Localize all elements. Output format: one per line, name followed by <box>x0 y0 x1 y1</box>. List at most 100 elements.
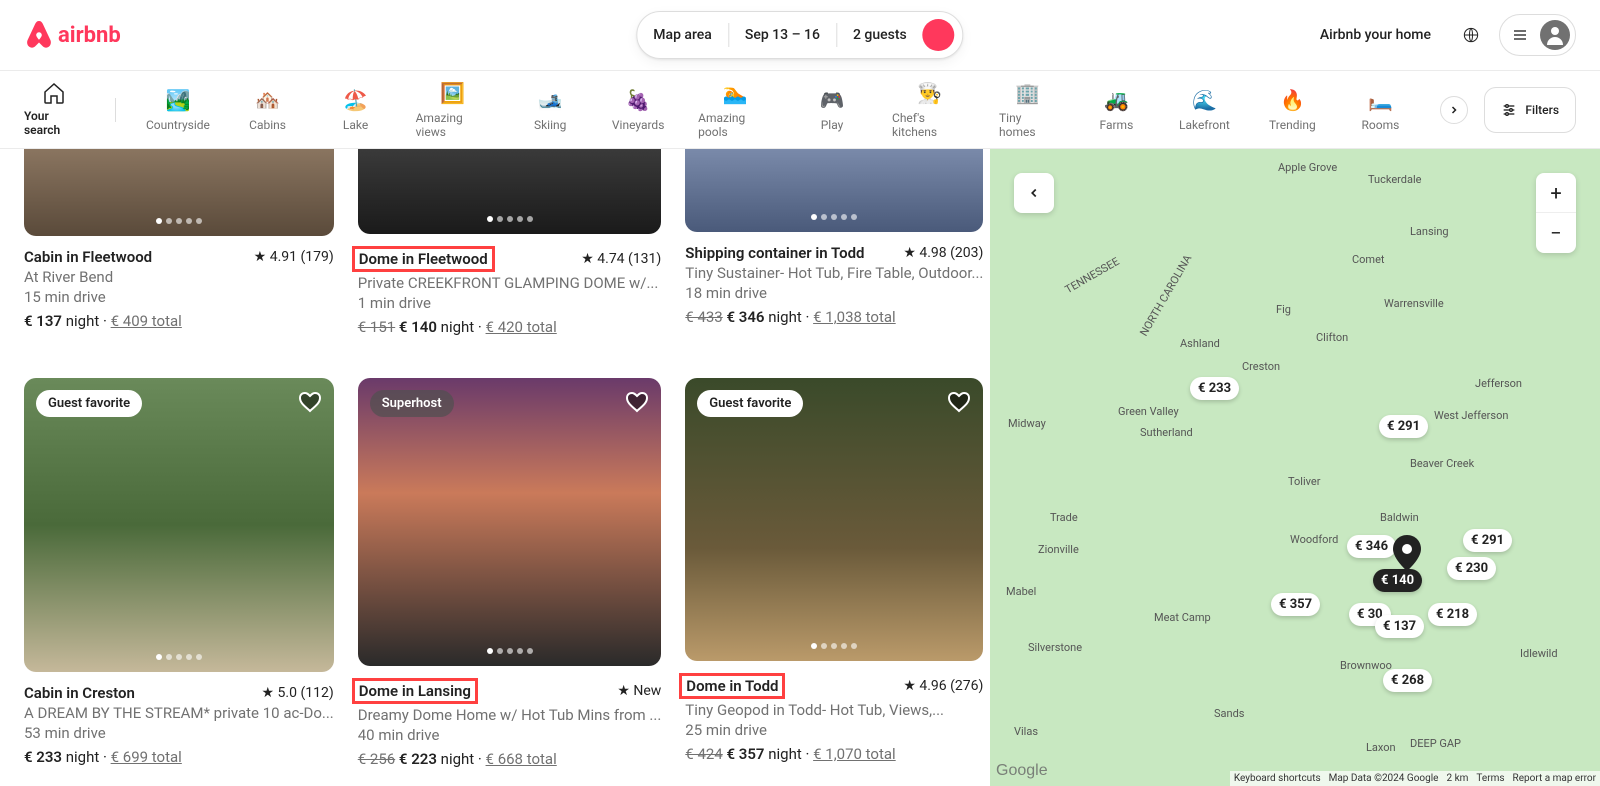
skiing-icon: 🎿 <box>538 88 562 112</box>
cat-label: Tiny homes <box>999 111 1056 139</box>
language-button[interactable] <box>1451 15 1491 55</box>
map-price-pin[interactable]: € 230 <box>1447 557 1496 580</box>
lakefront-icon: 🌊 <box>1192 88 1216 112</box>
filters-button[interactable]: Filters <box>1484 87 1576 133</box>
search-button[interactable] <box>923 19 955 51</box>
globe-icon <box>1463 27 1479 43</box>
map-place-label: Vilas <box>1014 725 1038 738</box>
category-countryside[interactable]: 🏞️Countryside <box>148 88 207 132</box>
map-place-label: Laxon <box>1366 741 1396 754</box>
cat-label: Cabins <box>249 118 286 132</box>
listing-image[interactable]: Guest favorite <box>24 378 334 672</box>
map-collapse-button[interactable] <box>1014 173 1054 213</box>
listing-badge: Superhost <box>370 390 454 417</box>
listing-image[interactable]: Guest favorite <box>685 378 983 661</box>
farms-icon: 🚜 <box>1104 88 1128 112</box>
listing-subtitle: A DREAM BY THE STREAM* private 10 ac-Do.… <box>24 704 334 722</box>
listing-card[interactable]: Cabin in Fleetwood★ 4.91 (179)At River B… <box>24 149 334 354</box>
listing-distance: 18 min drive <box>685 284 983 302</box>
map-place-label: Midway <box>1008 417 1046 430</box>
map-price-pin[interactable]: € 268 <box>1383 669 1432 692</box>
listing-image[interactable] <box>685 149 983 232</box>
map-place-label: Meat Camp <box>1154 611 1211 624</box>
favorite-button[interactable] <box>947 390 971 418</box>
listing-card[interactable]: Dome in Fleetwood★ 4.74 (131)Private CRE… <box>358 149 662 354</box>
filters-icon <box>1501 102 1517 118</box>
map-place-label: West Jefferson <box>1434 409 1508 422</box>
zoom-out-button[interactable]: − <box>1536 213 1576 253</box>
your-search-tab[interactable]: Your search <box>24 69 83 151</box>
category-tiny-homes[interactable]: 🏢 Tiny homes <box>999 81 1056 139</box>
map-price-pin[interactable]: € 291 <box>1379 415 1428 438</box>
map-price-pin[interactable]: € 233 <box>1190 377 1239 400</box>
listing-price: € 233 night · € 699 total <box>24 748 334 766</box>
listing-image[interactable] <box>24 149 334 236</box>
map-place-label: Comet <box>1352 253 1385 266</box>
cat-label: Skiing <box>534 118 566 132</box>
listing-rating: ★ 4.74 (131) <box>581 251 661 267</box>
search-who[interactable]: 2 guests <box>837 27 923 43</box>
image-dots <box>811 214 857 220</box>
logo[interactable]: airbnb <box>24 19 121 51</box>
map-place-label: Creston <box>1242 360 1280 373</box>
tiny-homes-icon: 🏢 <box>1016 81 1040 105</box>
map-place-label: Ashland <box>1180 337 1220 350</box>
map-price-pin[interactable]: € 346 <box>1347 535 1396 558</box>
listing-card[interactable]: Guest favoriteDome in Todd★ 4.96 (276)Ti… <box>685 378 983 786</box>
listing-subtitle: Tiny Sustainer- Hot Tub, Fire Table, Out… <box>685 264 983 282</box>
category-vineyards[interactable]: 🍇Vineyards <box>610 88 666 132</box>
listing-rating: ★ New <box>617 683 661 699</box>
category-cabins[interactable]: 🏘️Cabins <box>240 88 296 132</box>
map-place-label: Beaver Creek <box>1410 457 1474 470</box>
listing-title: Dome in Lansing <box>352 678 478 704</box>
map-price-pin[interactable]: € 218 <box>1428 603 1477 626</box>
map-price-pin[interactable]: € 357 <box>1271 593 1320 616</box>
listing-distance: 15 min drive <box>24 288 334 306</box>
search-where[interactable]: Map area <box>637 27 728 43</box>
listing-price: € 433 € 346 night · € 1,038 total <box>685 308 983 326</box>
chevron-left-icon <box>1027 186 1041 200</box>
category-bar: Your search 🏞️Countryside 🏘️Cabins 🏖️Lak… <box>0 71 1600 149</box>
listing-image[interactable] <box>358 149 662 234</box>
category-lakefront[interactable]: 🌊Lakefront <box>1176 88 1232 132</box>
favorite-button[interactable] <box>625 390 649 418</box>
listing-card[interactable]: Shipping container in Todd★ 4.98 (203)Ti… <box>685 149 983 354</box>
countryside-icon: 🏞️ <box>166 88 190 112</box>
header-right: Airbnb your home <box>1308 14 1576 56</box>
favorite-button[interactable] <box>298 390 322 418</box>
account-menu-button[interactable] <box>1499 14 1576 56</box>
map-place-label: Silverstone <box>1028 641 1082 654</box>
search-when[interactable]: Sep 13 – 16 <box>729 27 836 43</box>
category-amazing-pools[interactable]: 🏊Amazing pools <box>698 81 772 139</box>
map-price-pin[interactable]: € 137 <box>1375 615 1424 638</box>
category-next-button[interactable] <box>1440 96 1468 124</box>
category-farms[interactable]: 🚜Farms <box>1088 88 1144 132</box>
zoom-in-button[interactable]: + <box>1536 173 1576 213</box>
listing-card[interactable]: SuperhostDome in Lansing★ NewDreamy Dome… <box>358 378 662 786</box>
person-icon <box>1543 23 1567 47</box>
listings-grid: Cabin in Fleetwood★ 4.91 (179)At River B… <box>0 149 990 786</box>
marker-icon <box>1393 535 1421 571</box>
category-rooms[interactable]: 🛏️Rooms <box>1352 88 1408 132</box>
map-place-label: Apple Grove <box>1278 161 1337 174</box>
heart-icon <box>298 390 322 414</box>
host-link[interactable]: Airbnb your home <box>1308 15 1443 55</box>
category-lake[interactable]: 🏖️Lake <box>328 88 384 132</box>
cat-label: Play <box>821 118 844 132</box>
map[interactable]: + − Google Keyboard shortcuts Map Data ©… <box>990 149 1600 786</box>
category-play[interactable]: 🎮Play <box>804 88 860 132</box>
category-chefs-kitchens[interactable]: 👨‍🍳Chef's kitchens <box>892 81 967 139</box>
avatar <box>1540 20 1570 50</box>
image-dots <box>156 218 202 224</box>
map-place-label: Brownwoo <box>1340 659 1392 672</box>
category-skiing[interactable]: 🎿 Skiing <box>522 88 578 132</box>
listing-image[interactable]: Superhost <box>358 378 662 666</box>
category-amazing-views[interactable]: 🖼️Amazing views <box>416 81 491 139</box>
listing-card[interactable]: Guest favoriteCabin in Creston★ 5.0 (112… <box>24 378 334 786</box>
cat-label: Rooms <box>1362 118 1400 132</box>
category-trending[interactable]: 🔥Trending <box>1264 88 1320 132</box>
listing-title: Cabin in Creston <box>24 684 135 702</box>
search-pill[interactable]: Map area Sep 13 – 16 2 guests <box>636 11 963 59</box>
map-price-pin[interactable]: € 291 <box>1463 529 1512 552</box>
kitchens-icon: 👨‍🍳 <box>918 81 942 105</box>
